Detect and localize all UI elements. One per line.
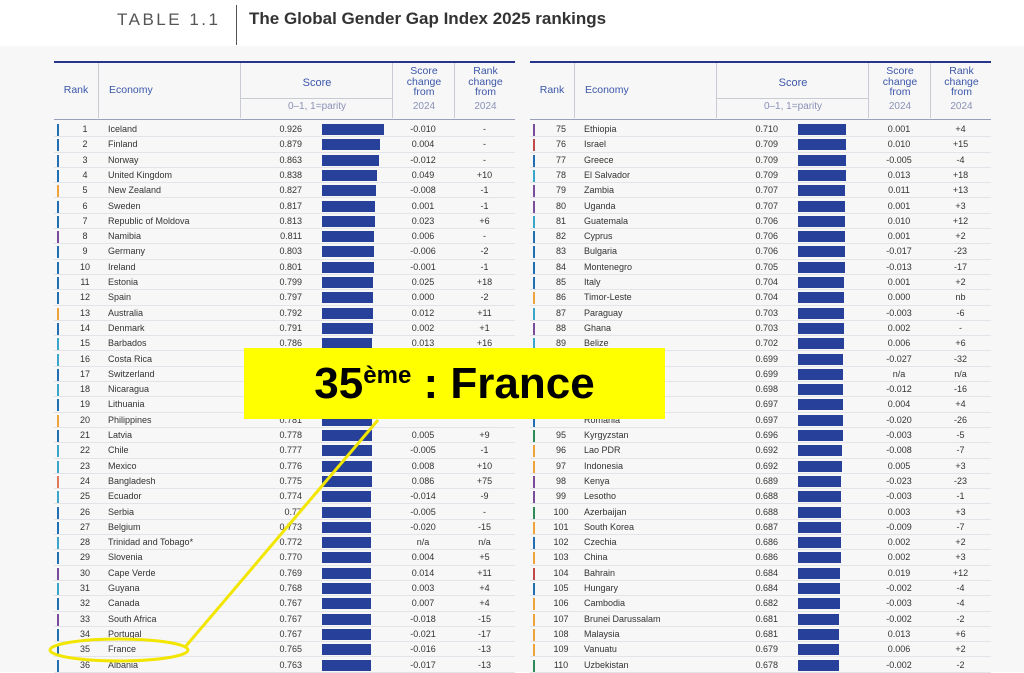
- callout-label: : France: [411, 358, 595, 408]
- france-annotation-overlay: [48, 419, 380, 663]
- france-rank-callout: 35 ème : France: [244, 348, 665, 419]
- callout-rank: 35: [314, 358, 364, 408]
- france-highlight-ellipse: [48, 637, 190, 663]
- callout-suffix: ème: [363, 361, 412, 389]
- callout-connector-line: [184, 419, 380, 647]
- callout-text: 35 ème : France: [244, 348, 665, 419]
